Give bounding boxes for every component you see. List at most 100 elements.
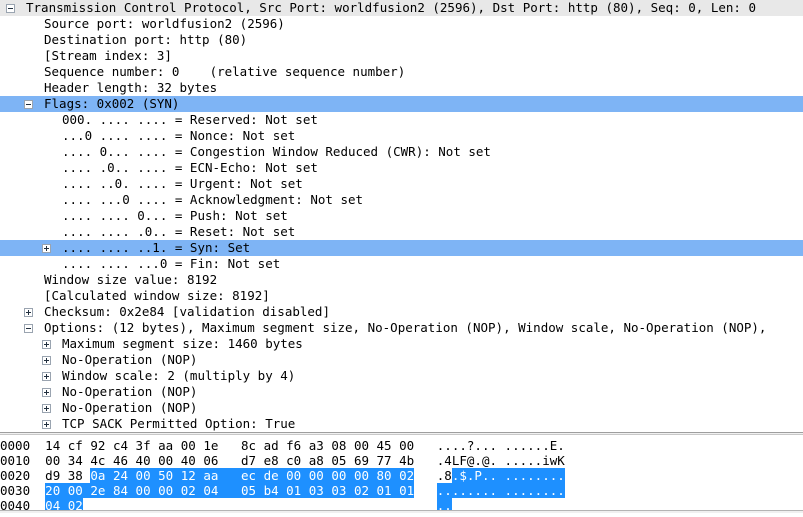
hex-byte[interactable]: 00 bbox=[67, 483, 83, 498]
hex-byte[interactable]: 03 bbox=[308, 483, 324, 498]
hex-byte[interactable]: 80 bbox=[376, 468, 392, 483]
hex-byte[interactable]: 00 bbox=[135, 483, 151, 498]
hex-dump-row[interactable]: 0010 00 34 4c 46 40 00 40 06 d7 e8 c0 a8… bbox=[0, 453, 803, 468]
packet-detail-row[interactable]: Sequence number: 0 (relative sequence nu… bbox=[0, 64, 803, 80]
ascii-char[interactable]: P bbox=[474, 468, 482, 483]
hex-byte[interactable]: 00 bbox=[135, 468, 151, 483]
hex-byte[interactable]: 69 bbox=[354, 453, 369, 468]
hex-byte[interactable]: 02 bbox=[180, 483, 196, 498]
packet-detail-row[interactable]: Header length: 32 bytes bbox=[0, 80, 803, 96]
hex-dump-row[interactable]: 0020 d9 38 0a 24 00 50 12 aa ec de 00 00… bbox=[0, 468, 803, 483]
hex-byte[interactable]: aa bbox=[158, 438, 173, 453]
ascii-char[interactable]: . bbox=[444, 438, 452, 453]
hex-byte[interactable]: 1e bbox=[203, 438, 218, 453]
ascii-char[interactable] bbox=[497, 453, 505, 468]
ascii-char[interactable]: . bbox=[474, 483, 482, 498]
ascii-char[interactable]: . bbox=[527, 468, 535, 483]
collapse-icon[interactable] bbox=[24, 100, 33, 109]
ascii-char[interactable]: . bbox=[512, 483, 520, 498]
packet-detail-row[interactable]: Flags: 0x002 (SYN) bbox=[0, 96, 803, 112]
hex-byte[interactable]: 77 bbox=[377, 453, 392, 468]
hex-byte[interactable]: de bbox=[263, 468, 279, 483]
hex-byte[interactable]: 4c bbox=[90, 453, 105, 468]
hex-dump-row[interactable]: 0000 14 cf 92 c4 3f aa 00 1e 8c ad f6 a3… bbox=[0, 438, 803, 453]
hex-byte[interactable]: 01 bbox=[286, 483, 302, 498]
packet-detail-row[interactable]: No-Operation (NOP) bbox=[0, 384, 803, 400]
ascii-char[interactable]: . bbox=[542, 468, 550, 483]
ascii-char[interactable]: F bbox=[459, 453, 467, 468]
expand-icon[interactable] bbox=[42, 356, 51, 365]
packet-detail-row[interactable]: Window scale: 2 (multiply by 4) bbox=[0, 368, 803, 384]
hex-byte[interactable]: 02 bbox=[353, 483, 369, 498]
hex-byte[interactable]: 00 bbox=[399, 438, 414, 453]
hex-byte[interactable]: aa bbox=[203, 468, 219, 483]
hex-byte[interactable]: 50 bbox=[158, 468, 174, 483]
ascii-char[interactable] bbox=[497, 438, 505, 453]
hex-byte[interactable]: c4 bbox=[113, 438, 128, 453]
hex-byte[interactable]: cf bbox=[68, 438, 83, 453]
packet-detail-row[interactable]: No-Operation (NOP) bbox=[0, 400, 803, 416]
ascii-char[interactable]: $ bbox=[459, 468, 467, 483]
hex-byte[interactable]: 05 bbox=[240, 483, 257, 498]
hex-byte[interactable]: e8 bbox=[264, 453, 279, 468]
collapse-icon[interactable] bbox=[6, 4, 15, 13]
ascii-char[interactable]: . bbox=[505, 453, 513, 468]
packet-detail-row[interactable]: [Calculated window size: 8192] bbox=[0, 288, 803, 304]
packet-detail-row[interactable]: Transmission Control Protocol, Src Port:… bbox=[0, 0, 803, 16]
hex-byte[interactable]: 00 bbox=[158, 453, 173, 468]
ascii-char[interactable]: . bbox=[505, 438, 513, 453]
packet-detail-row[interactable]: .... 0... .... = Congestion Window Reduc… bbox=[0, 144, 803, 160]
hex-byte[interactable]: 00 bbox=[354, 438, 369, 453]
packet-detail-row[interactable]: Window size value: 8192 bbox=[0, 272, 803, 288]
hex-byte[interactable]: 01 bbox=[376, 483, 392, 498]
expand-icon[interactable] bbox=[24, 308, 33, 317]
packet-detail-row[interactable]: .... ...0 .... = Acknowledgment: Not set bbox=[0, 192, 803, 208]
ascii-char[interactable]: . bbox=[474, 438, 482, 453]
ascii-char[interactable]: . bbox=[527, 483, 535, 498]
hex-byte[interactable]: f6 bbox=[286, 438, 301, 453]
ascii-char[interactable] bbox=[497, 468, 505, 483]
hex-byte[interactable]: 3f bbox=[136, 438, 151, 453]
hex-byte[interactable]: 92 bbox=[90, 438, 105, 453]
ascii-char[interactable]: . bbox=[444, 483, 452, 498]
ascii-char[interactable]: 4 bbox=[444, 453, 452, 468]
hex-byte[interactable]: 02 bbox=[399, 468, 415, 483]
hex-byte[interactable]: 8c bbox=[241, 438, 256, 453]
hex-byte[interactable]: a8 bbox=[309, 453, 324, 468]
hex-byte[interactable]: d9 bbox=[45, 468, 60, 483]
expand-icon[interactable] bbox=[42, 420, 51, 429]
hex-byte[interactable]: 03 bbox=[331, 483, 347, 498]
hex-byte[interactable]: ec bbox=[240, 468, 257, 483]
ascii-char[interactable]: . bbox=[512, 453, 520, 468]
ascii-char[interactable]: . bbox=[489, 483, 498, 498]
packet-detail-row[interactable]: Options: (12 bytes), Maximum segment siz… bbox=[0, 320, 803, 336]
expand-icon[interactable] bbox=[42, 244, 51, 253]
hex-byte[interactable]: 12 bbox=[180, 468, 196, 483]
ascii-char[interactable]: . bbox=[512, 468, 520, 483]
packet-detail-row[interactable]: Maximum segment size: 1460 bytes bbox=[0, 336, 803, 352]
ascii-char[interactable]: . bbox=[527, 438, 535, 453]
packet-detail-row[interactable]: .... .... ...0 = Fin: Not set bbox=[0, 256, 803, 272]
expand-icon[interactable] bbox=[42, 388, 51, 397]
hex-byte[interactable]: 84 bbox=[112, 483, 129, 498]
packet-detail-row[interactable]: .... .0.. .... = ECN-Echo: Not set bbox=[0, 160, 803, 176]
expand-icon[interactable] bbox=[42, 404, 51, 413]
packet-detail-row[interactable]: [Stream index: 3] bbox=[0, 48, 803, 64]
packet-bytes-pane[interactable]: 0000 14 cf 92 c4 3f aa 00 1e 8c ad f6 a3… bbox=[0, 435, 803, 513]
hex-byte[interactable]: 00 bbox=[158, 483, 174, 498]
ascii-char[interactable]: . bbox=[512, 438, 520, 453]
ascii-char[interactable]: . bbox=[459, 483, 467, 498]
hex-byte[interactable]: 24 bbox=[112, 468, 129, 483]
hex-byte[interactable]: 00 bbox=[286, 468, 302, 483]
hex-byte[interactable]: 14 bbox=[45, 438, 60, 453]
hex-byte[interactable]: a3 bbox=[309, 438, 324, 453]
ascii-char[interactable]: . bbox=[557, 468, 565, 483]
hex-byte[interactable]: 08 bbox=[331, 438, 346, 453]
packet-detail-row[interactable]: .... .... 0... = Push: Not set bbox=[0, 208, 803, 224]
ascii-char[interactable]: . bbox=[542, 438, 550, 453]
ascii-char[interactable]: . bbox=[520, 453, 528, 468]
ascii-char[interactable]: i bbox=[542, 453, 550, 468]
ascii-char[interactable]: . bbox=[489, 453, 497, 468]
packet-detail-row[interactable]: Checksum: 0x2e84 [validation disabled] bbox=[0, 304, 803, 320]
packet-detail-row[interactable]: Destination port: http (80) bbox=[0, 32, 803, 48]
